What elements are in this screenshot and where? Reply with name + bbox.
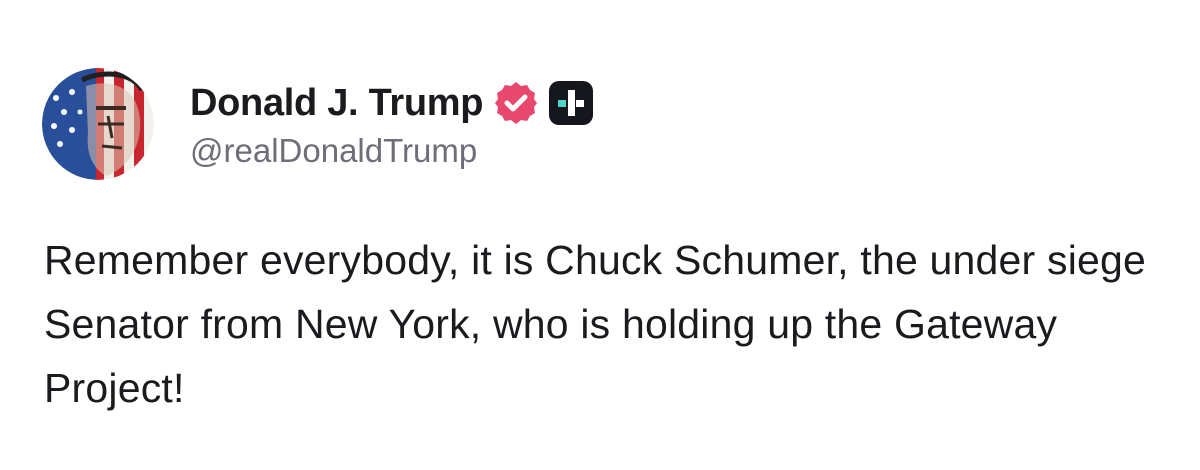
author-display-name[interactable]: Donald J. Trump <box>190 82 484 125</box>
author-identity: Donald J. Trump @realDonaldTrump <box>190 78 594 170</box>
verified-badge-icon <box>495 82 538 124</box>
post-header: Donald J. Trump @realDonaldTrump <box>42 68 594 180</box>
post-card: Donald J. Trump @realDonaldTrump Remembe… <box>0 0 1200 470</box>
post-text: Remember everybody, it is Chuck Schumer,… <box>44 237 1147 411</box>
avatar-image <box>42 68 154 180</box>
truth-social-plus-icon <box>549 81 594 125</box>
author-handle[interactable]: @realDonaldTrump <box>190 132 593 170</box>
name-row: Donald J. Trump <box>190 78 594 128</box>
avatar[interactable] <box>42 68 154 180</box>
